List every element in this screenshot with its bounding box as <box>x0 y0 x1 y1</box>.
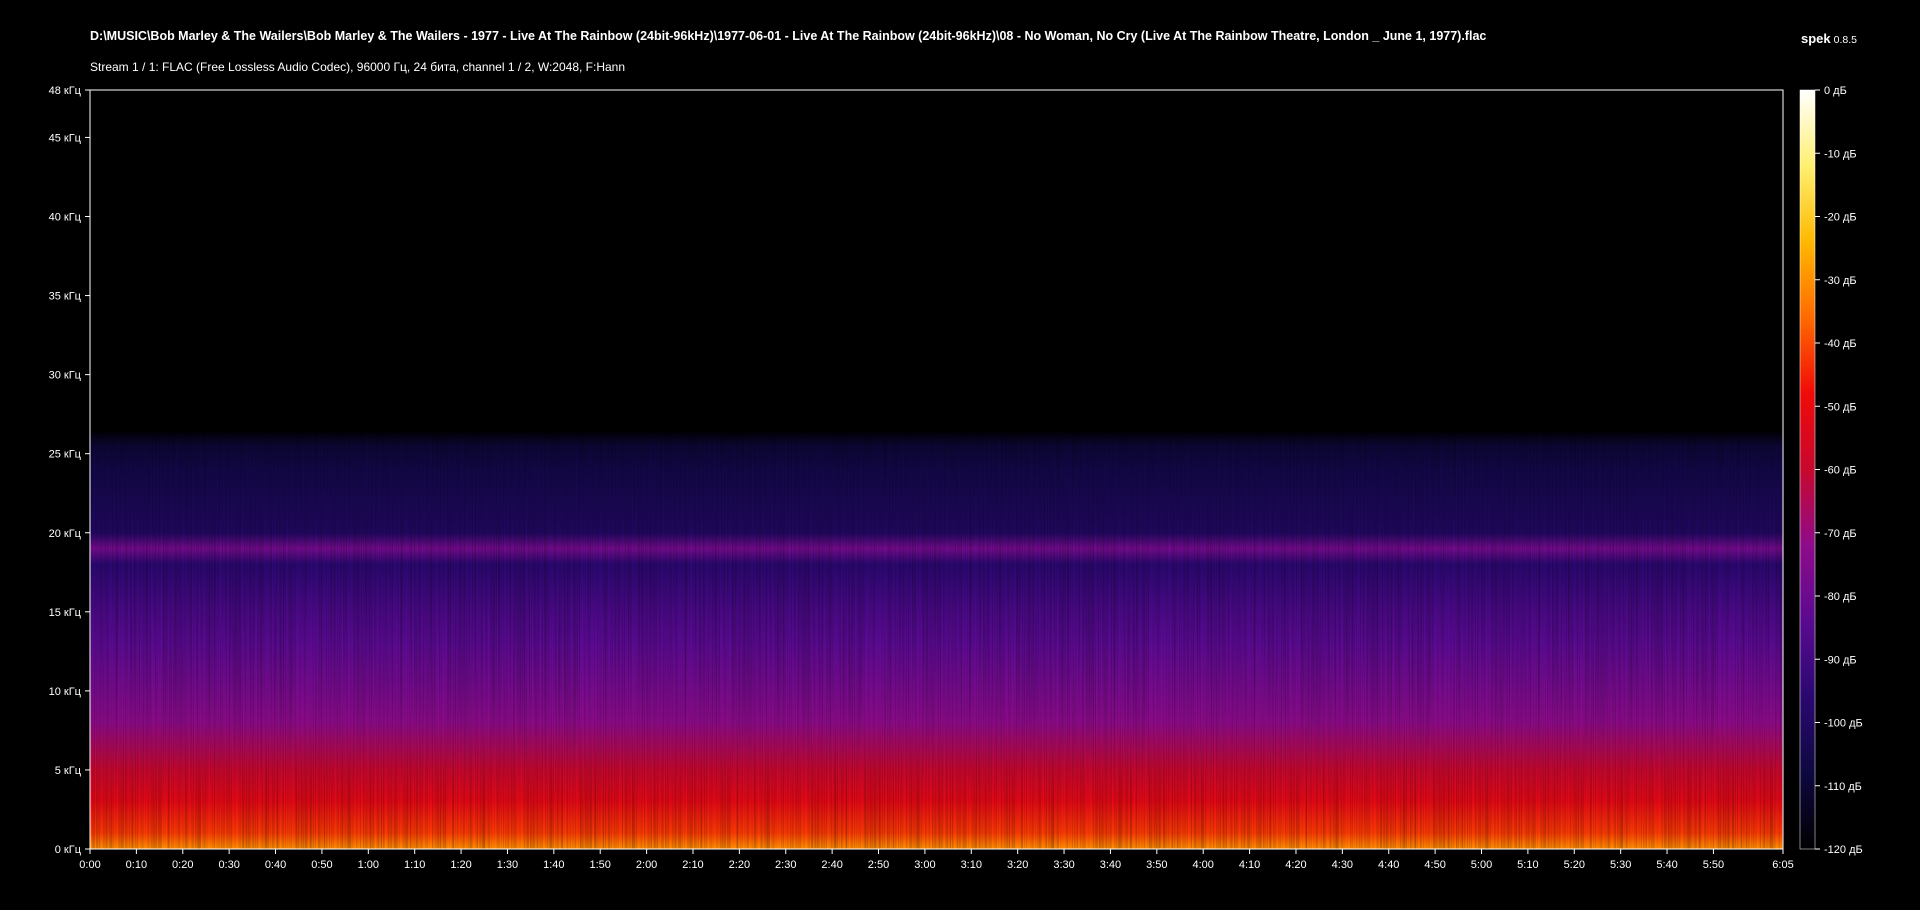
spectrum-texture <box>90 90 1783 849</box>
y-tick-label: 15 кГц <box>49 607 82 619</box>
y-tick-label: 40 кГц <box>49 212 82 224</box>
x-tick-label: 3:30 <box>1053 859 1074 871</box>
colorbar-tick-label: -50 дБ <box>1824 401 1857 413</box>
y-tick-label: 30 кГц <box>49 370 82 382</box>
colorbar-tick-label: -120 дБ <box>1824 844 1863 856</box>
x-tick-label: 1:00 <box>358 859 379 871</box>
colorbar-tick-label: -80 дБ <box>1824 591 1857 603</box>
x-tick-label: 0:20 <box>172 859 193 871</box>
x-tick-label: 5:00 <box>1471 859 1492 871</box>
y-axis: 0 кГц 5 кГц 10 кГц 15 кГц 20 кГц 25 кГц 30 кГц… <box>49 85 90 856</box>
colorbar-tick-label: -30 дБ <box>1824 275 1857 287</box>
x-tick-label: 2:40 <box>821 859 842 871</box>
x-tick-label: 1:20 <box>450 859 471 871</box>
x-tick-label: 3:10 <box>961 859 982 871</box>
colorbar-tick-label: 0 дБ <box>1824 85 1847 97</box>
x-tick-label: 5:10 <box>1517 859 1538 871</box>
x-tick-label: 3:40 <box>1100 859 1121 871</box>
y-tick-label: 35 кГц <box>49 291 82 303</box>
y-tick-label: 5 кГц <box>55 765 82 777</box>
x-tick-label: 3:20 <box>1007 859 1028 871</box>
x-tick-label: 0:00 <box>79 859 100 871</box>
x-tick-label: 0:30 <box>218 859 239 871</box>
colorbar-tick-label: -90 дБ <box>1824 654 1857 666</box>
x-tick-label: 2:20 <box>729 859 750 871</box>
x-tick-label: 2:50 <box>868 859 889 871</box>
colorbar-legend: 0 дБ -10 дБ -20 дБ -30 дБ -40 дБ -50 дБ -60 дБ… <box>1799 85 1863 856</box>
spectrogram-chart: 0:00 0:10 0:20 0:30 0:40 0:50 1:00 1:10 1:20 1:30… <box>49 85 1863 871</box>
colorbar-tick-label: -10 дБ <box>1824 148 1857 160</box>
x-tick-label: 2:10 <box>682 859 703 871</box>
x-tick-label: 1:10 <box>404 859 425 871</box>
y-tick-label: 45 кГц <box>49 132 82 144</box>
x-tick-label: 4:00 <box>1192 859 1213 871</box>
x-tick-label: 1:40 <box>543 859 564 871</box>
x-tick-label: 0:40 <box>265 859 286 871</box>
x-tick-label: 0:10 <box>126 859 147 871</box>
x-tick-label: 2:30 <box>775 859 796 871</box>
x-tick-label: 6:05 <box>1772 859 1793 871</box>
colorbar-tick-label: -70 дБ <box>1824 528 1857 540</box>
x-tick-label: 1:30 <box>497 859 518 871</box>
colorbar-tick-label: -110 дБ <box>1824 781 1862 793</box>
x-tick-label: 5:50 <box>1703 859 1724 871</box>
x-axis: 0:00 0:10 0:20 0:30 0:40 0:50 1:00 1:10 1:20 1:30… <box>79 849 1794 871</box>
x-tick-label: 4:30 <box>1332 859 1353 871</box>
x-tick-label: 3:50 <box>1146 859 1167 871</box>
colorbar-strip <box>1800 90 1815 849</box>
y-tick-label: 25 кГц <box>49 449 82 461</box>
x-tick-label: 5:40 <box>1656 859 1677 871</box>
colorbar-tick-label: -60 дБ <box>1824 465 1857 477</box>
colorbar-tick-label: -20 дБ <box>1824 212 1857 224</box>
x-tick-label: 1:50 <box>590 859 611 871</box>
spectrogram-plot <box>89 89 1784 850</box>
y-tick-label: 20 кГц <box>49 528 82 540</box>
x-tick-label: 4:50 <box>1424 859 1445 871</box>
x-tick-label: 5:20 <box>1564 859 1585 871</box>
x-tick-label: 4:20 <box>1285 859 1306 871</box>
y-tick-label: 48 кГц <box>49 85 82 97</box>
x-tick-label: 5:30 <box>1610 859 1631 871</box>
x-tick-label: 4:40 <box>1378 859 1399 871</box>
x-tick-label: 3:00 <box>914 859 935 871</box>
y-tick-label: 0 кГц <box>55 844 82 856</box>
x-tick-label: 2:00 <box>636 859 657 871</box>
x-tick-label: 0:50 <box>311 859 332 871</box>
y-tick-label: 10 кГц <box>49 686 82 698</box>
colorbar-tick-label: -100 дБ <box>1824 718 1863 730</box>
x-tick-label: 4:10 <box>1239 859 1260 871</box>
colorbar-tick-label: -40 дБ <box>1824 338 1857 350</box>
